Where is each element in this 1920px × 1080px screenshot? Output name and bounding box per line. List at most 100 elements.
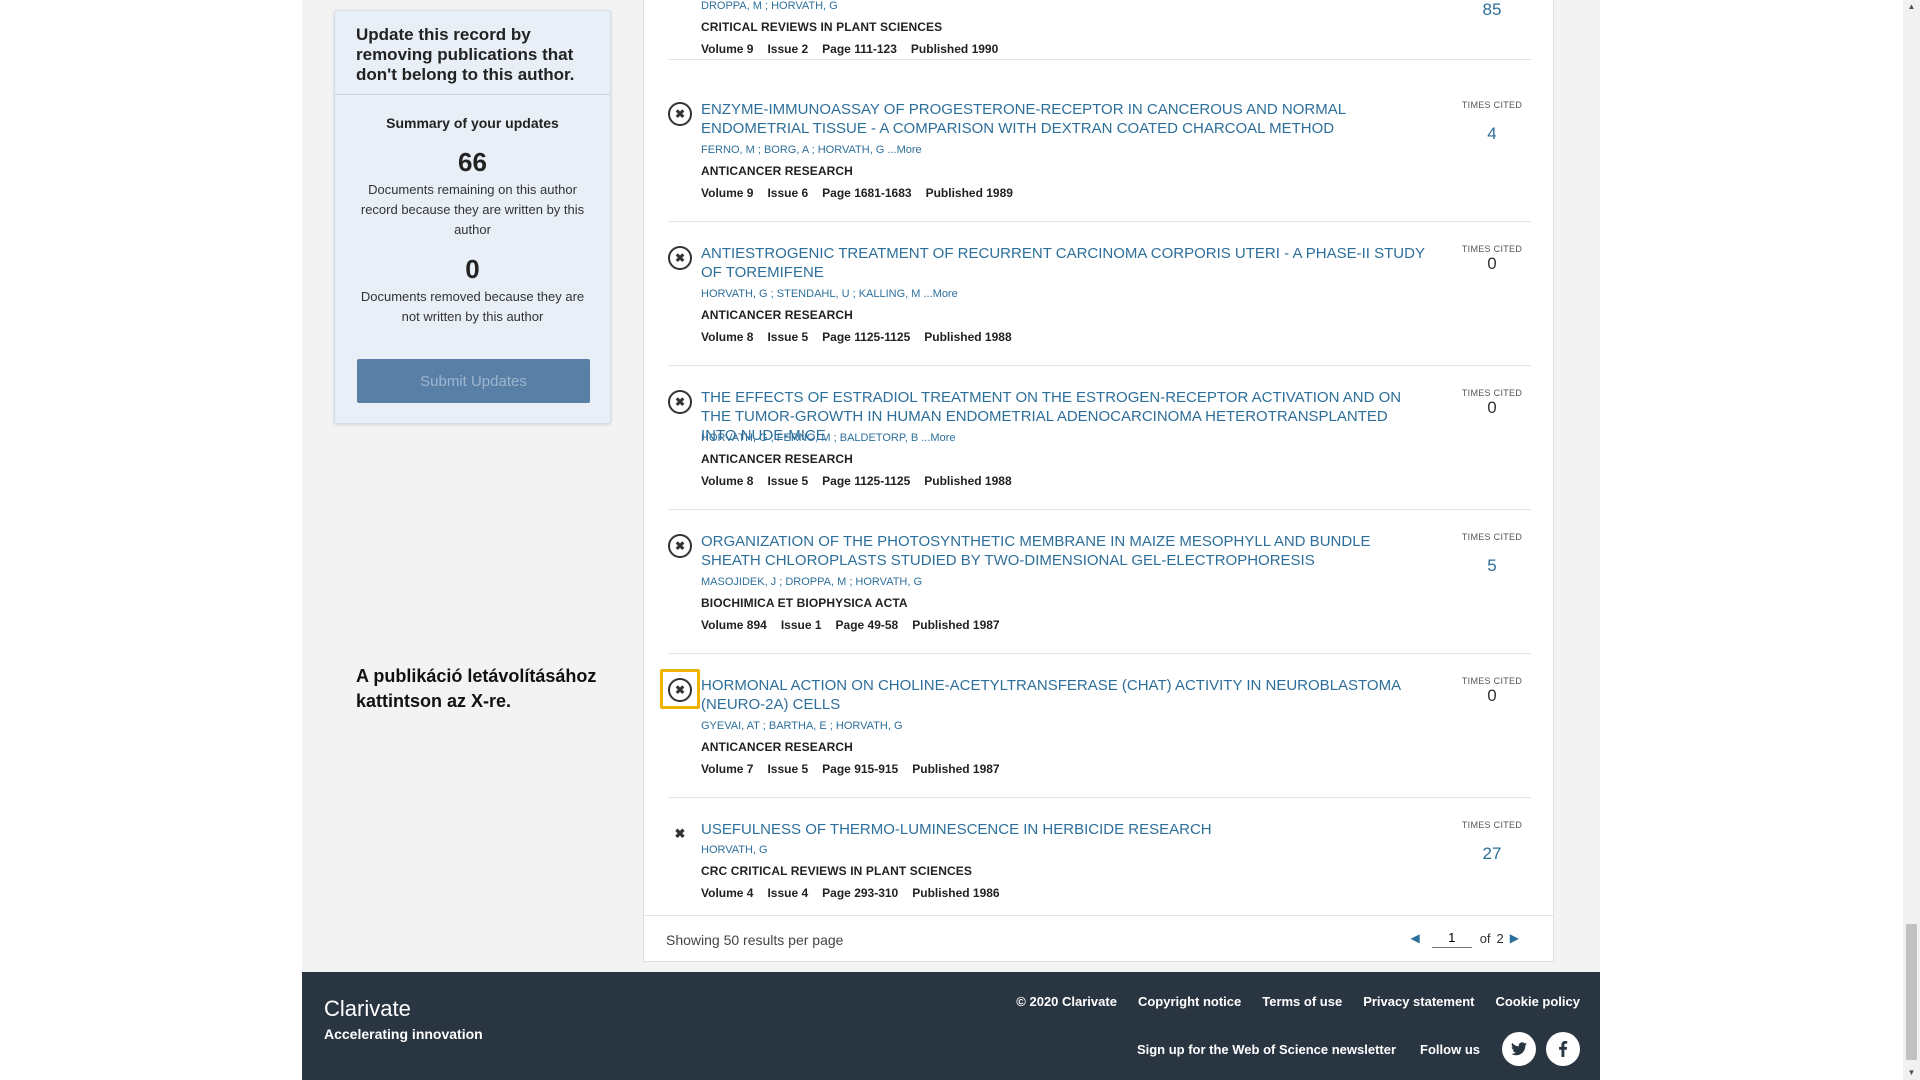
publication-title[interactable]: ENZYME-IMMUNOASSAY OF PROGESTERONE-RECEP… [701,100,1426,138]
site-footer: Clarivate Accelerating innovation © 2020… [302,972,1600,1080]
twitter-icon[interactable] [1502,1032,1536,1066]
times-cited-label: TIMES CITED [1461,100,1523,110]
publication-authors[interactable]: FERNO, M ; BORG, A ; HORVATH, G ...More [701,144,922,156]
page-number-input[interactable] [1431,928,1472,948]
terms-of-use-link[interactable]: Terms of use [1262,994,1342,1009]
cookie-policy-link[interactable]: Cookie policy [1495,994,1580,1009]
results-per-page: Showing 50 results per page [666,932,844,948]
publication-issue: Issue 6 [767,186,809,200]
results-pagination-bar: Showing 50 results per page ◀ of 2 ▶ [644,915,1553,961]
submit-updates-button[interactable]: Submit Updates [357,359,590,403]
publication-journal: BIOCHIMICA ET BIOPHYSICA ACTA [701,596,908,610]
times-cited-value[interactable]: 27 [1453,844,1531,864]
privacy-statement-link[interactable]: Privacy statement [1363,994,1474,1009]
remove-x-icon[interactable]: ✖ [668,390,692,414]
footer-links: © 2020 Clarivate Copyright notice Terms … [995,994,1580,1009]
sidebar-heading: Update this record by removing publicati… [335,11,610,95]
publication-authors[interactable]: HORVATH, G ; FERNO, M ; BALDETORP, B ...… [701,432,955,444]
publication-published: Published 1987 [912,762,1000,776]
facebook-icon[interactable] [1546,1032,1580,1066]
times-cited-value: 0 [1487,398,1497,417]
publication-volume: Volume 8 [701,474,754,488]
publication-meta: Volume 8 Issue 5 Page 1125-1125 Published 1… [701,474,1026,488]
remove-x-icon[interactable]: ✖ [668,678,692,702]
copyright-text: © 2020 Clarivate [1016,994,1117,1009]
remove-x-icon[interactable]: ✖ [668,822,692,846]
publication-journal: ANTICANCER RESEARCH [701,308,853,322]
publication-meta: Volume 9 Issue 2 Page 111-123 Published 199… [701,42,1012,56]
publication-item: ✖ ENZYME-IMMUNOASSAY OF PROGESTERONE-REC… [668,100,1531,222]
footer-brand[interactable]: Clarivate [324,996,411,1022]
publication-page: Page 1125-1125 [822,474,911,488]
publication-meta: Volume 9 Issue 6 Page 1681-1683 Published 1… [701,186,1027,200]
publication-item: ✖ ANTIESTROGENIC TREATMENT OF RECURRENT … [668,244,1531,366]
publication-meta: Volume 8 Issue 5 Page 1125-1125 Published 1… [701,330,1026,344]
times-cited-value: 0 [1487,686,1497,705]
page-scrollbar[interactable]: ▲ ▼ [1903,0,1920,1080]
publication-authors[interactable]: MASOJIDEK, J ; DROPPA, M ; HORVATH, G [701,576,922,588]
remove-x-icon[interactable]: ✖ [668,246,692,270]
results-panel: DROPPA, M ; HORVATH, G CRITICAL REVIEWS … [643,0,1554,962]
removed-description: Documents removed because they are not w… [360,289,585,324]
copyright-notice-link[interactable]: Copyright notice [1138,994,1241,1009]
publication-page: Page 1125-1125 [822,330,911,344]
publication-issue: Issue 5 [767,474,809,488]
remove-hint: A publikáció letávolításához kattintson … [356,666,597,711]
publication-title[interactable]: ORGANIZATION OF THE PHOTOSYNTHETIC MEMBR… [701,532,1426,570]
publication-volume: Volume 4 [701,886,754,900]
remove-x-icon[interactable]: ✖ [668,102,692,126]
scrollbar-thumb[interactable] [1906,924,1917,1060]
publication-journal: ANTICANCER RESEARCH [701,164,853,178]
publication-issue: Issue 4 [767,886,809,900]
publication-meta: Volume 4 Issue 4 Page 293-310 Published 198… [701,886,1014,900]
publication-issue: Issue 1 [780,618,822,632]
times-cited-label: TIMES CITED [1461,244,1523,254]
publication-item: DROPPA, M ; HORVATH, G CRITICAL REVIEWS … [668,0,1531,60]
publication-meta: Volume 894 Issue 1 Page 49-58 Published 198… [701,618,1014,632]
update-summary-card: Update this record by removing publicati… [334,10,611,424]
footer-tagline: Accelerating innovation [324,1026,483,1042]
follow-us-label: Follow us [1420,1041,1480,1057]
publication-journal: CRITICAL REVIEWS IN PLANT SCIENCES [701,20,943,34]
publication-authors[interactable]: GYEVAI, AT ; BARTHA, E ; HORVATH, G [701,720,903,732]
next-page-icon[interactable]: ▶ [1510,931,1519,945]
publication-authors[interactable]: DROPPA, M ; HORVATH, G [701,0,838,12]
publication-item: ✖ ORGANIZATION OF THE PHOTOSYNTHETIC MEM… [668,532,1531,654]
times-cited-value[interactable]: 5 [1453,556,1531,576]
publication-page: Page 49-58 [835,618,899,632]
times-cited-value: 0 [1487,254,1497,273]
publication-volume: Volume 894 [701,618,767,632]
remaining-count: 66 [458,147,487,177]
publication-issue: Issue 5 [767,762,809,776]
publication-page: Page 111-123 [822,42,897,56]
prev-page-icon[interactable]: ◀ [1410,931,1419,945]
pagination: ◀ of 2 ▶ [1404,928,1525,948]
publication-title[interactable]: ANTIESTROGENIC TREATMENT OF RECURRENT CA… [701,244,1426,282]
publication-authors[interactable]: HORVATH, G [701,844,768,856]
publication-journal: CRC CRITICAL REVIEWS IN PLANT SCIENCES [701,864,972,878]
newsletter-link[interactable]: Sign up for the Web of Science newslette… [1137,1042,1396,1057]
publication-journal: ANTICANCER RESEARCH [701,452,853,466]
remove-x-icon[interactable]: ✖ [668,534,692,558]
removed-count: 0 [465,254,480,284]
times-cited-value[interactable]: 4 [1453,124,1531,144]
publication-item: ✖ USEFULNESS OF THERMO-LUMINESCENCE IN H… [668,820,1531,914]
publication-page: Page 1681-1683 [822,186,912,200]
publication-title[interactable]: HORMONAL ACTION ON CHOLINE-ACETYLTRANSFE… [701,676,1426,714]
publication-meta: Volume 7 Issue 5 Page 915-915 Published 198… [701,762,1014,776]
publication-published: Published 1989 [925,186,1013,200]
publication-volume: Volume 8 [701,330,754,344]
publication-published: Published 1986 [912,886,1000,900]
publication-journal: ANTICANCER RESEARCH [701,740,853,754]
footer-social-row: Sign up for the Web of Science newslette… [1137,1032,1580,1066]
publication-page: Page 293-310 [822,886,899,900]
scroll-up-icon[interactable]: ▲ [1903,0,1920,14]
publication-authors[interactable]: HORVATH, G ; STENDAHL, U ; KALLING, M ..… [701,288,958,300]
times-cited-value[interactable]: 85 [1453,0,1531,20]
publication-item: ✖ HORMONAL ACTION ON CHOLINE-ACETYLTRANS… [660,669,1531,798]
scroll-down-icon[interactable]: ▼ [1903,1066,1920,1080]
publication-published: Published 1990 [910,42,999,56]
times-cited-label: TIMES CITED [1461,388,1523,398]
publication-title[interactable]: USEFULNESS OF THERMO-LUMINESCENCE IN HER… [701,820,1426,839]
page-of-label: of [1479,930,1491,946]
